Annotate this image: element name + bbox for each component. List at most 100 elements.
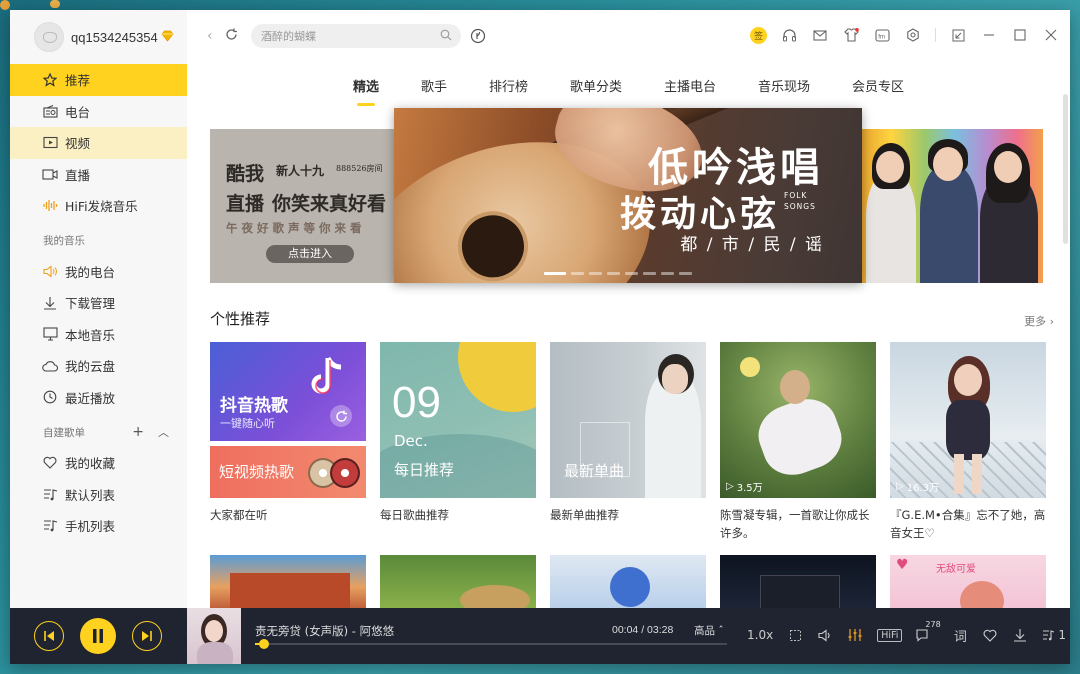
card-caption[interactable]: 每日歌曲推荐	[380, 506, 536, 524]
maximize-icon[interactable]	[1011, 26, 1029, 44]
recommend-card[interactable]: 最新单曲 最新单曲推荐	[550, 342, 706, 524]
recommend-card[interactable]: ▷ 3.5万 陈雪凝专辑，一首歌让你成长许多。	[720, 342, 876, 542]
lyrics-button[interactable]: 词	[952, 626, 968, 645]
sidebar-item-local-music[interactable]: 本地音乐	[10, 319, 187, 351]
recommend-card[interactable]: ▷ 16.3万 『G.E.M•合集』忘不了她，高音女王♡	[890, 342, 1046, 542]
sidebar-item-cloud[interactable]: 我的云盘	[10, 350, 187, 382]
progress-knob[interactable]	[259, 639, 270, 649]
tab-vip[interactable]: 会员专区	[831, 76, 925, 95]
recommend-card[interactable]	[550, 555, 706, 608]
playlist-button[interactable]: 1	[1042, 626, 1066, 644]
mini-mode-icon[interactable]	[949, 26, 967, 44]
username[interactable]: qq1534245354	[71, 30, 158, 45]
back-arrow-icon[interactable]: ‹	[207, 28, 213, 45]
vip-diamond-icon[interactable]	[161, 30, 174, 45]
recommend-card[interactable]	[380, 555, 536, 608]
minimize-icon[interactable]	[980, 26, 998, 44]
recommend-card[interactable]: 抖音热歌 一键随心听 短视频热歌 大家都在听	[210, 342, 366, 524]
sidebar-item-favorites[interactable]: 我的收藏	[10, 447, 187, 479]
monitor-icon	[42, 326, 58, 342]
sidebar-item-phone-list[interactable]: 手机列表	[10, 510, 187, 542]
close-icon[interactable]	[1042, 26, 1060, 44]
sidebar-item-recent[interactable]: 最近播放	[10, 382, 187, 414]
user-profile[interactable]: qq1534245354	[10, 10, 187, 64]
speed-button[interactable]: 1.0x	[747, 626, 773, 644]
sidebar-item-radio[interactable]: 电台	[10, 96, 187, 128]
recommend-card[interactable]: ♥ 无敌可爱	[890, 555, 1046, 608]
search-input[interactable]: 酒醉的蝴蝶	[251, 24, 461, 48]
carousel-dot[interactable]	[544, 272, 566, 275]
add-playlist-icon[interactable]: +	[132, 424, 144, 440]
heart-icon	[42, 455, 58, 471]
carousel-dot[interactable]	[643, 272, 656, 275]
mail-icon[interactable]	[811, 26, 829, 44]
douyin-hot-tile[interactable]: 抖音热歌 一键随心听	[210, 342, 366, 441]
carousel-dot[interactable]	[661, 272, 674, 275]
tab-playlist-categories[interactable]: 歌单分类	[549, 76, 643, 95]
coin-icon[interactable]: 签	[750, 26, 767, 44]
avatar[interactable]	[34, 22, 64, 52]
hifi-badge[interactable]: HiFi	[877, 628, 903, 642]
headphones-icon[interactable]	[780, 26, 798, 44]
sidebar-item-my-radio[interactable]: 我的电台	[10, 256, 187, 288]
scrollbar[interactable]	[1063, 94, 1068, 244]
carousel-dot[interactable]	[679, 272, 692, 275]
sidebar-item-label: 本地音乐	[65, 327, 116, 343]
refresh-icon[interactable]	[330, 405, 352, 427]
tab-featured[interactable]: 精选	[332, 76, 400, 106]
sidebar-item-video[interactable]: 视频	[10, 127, 187, 159]
sidebar-item-live[interactable]: 直播	[10, 159, 187, 191]
card-caption[interactable]: 陈雪凝专辑，一首歌让你成长许多。	[720, 506, 876, 542]
enter-live-button[interactable]: 点击进入	[266, 245, 354, 263]
collapse-chevron-icon[interactable]: ︿	[158, 424, 169, 440]
music-list-icon	[42, 518, 58, 534]
more-link[interactable]: 更多 ›	[1024, 313, 1054, 329]
mini-window-icon[interactable]	[787, 626, 803, 644]
tab-live-music[interactable]: 音乐现场	[737, 76, 831, 95]
short-video-hot-tile[interactable]: 短视频热歌	[210, 446, 366, 498]
heart-icon[interactable]	[982, 626, 998, 644]
refresh-icon[interactable]	[225, 28, 238, 45]
tab-charts[interactable]: 排行榜	[468, 76, 549, 95]
recommend-card[interactable]: 09 Dec. 每日推荐 每日歌曲推荐	[380, 342, 536, 524]
sidebar-item-hifi[interactable]: HiFi发烧音乐	[10, 190, 187, 222]
sidebar: qq1534245354 推荐 电台 视频 直播 HiFi发烧音乐 我的音乐 我…	[10, 10, 187, 608]
card-caption[interactable]: 『G.E.M•合集』忘不了她，高音女王♡	[890, 506, 1046, 542]
tab-anchor-radio[interactable]: 主播电台	[643, 76, 737, 95]
banner-live-promo[interactable]: 酷我 新人十九 888526房间 直播 你笑来真好看 午夜好歌声等你来看 点击进…	[210, 129, 395, 283]
search-icon[interactable]	[440, 29, 452, 41]
star-icon	[42, 72, 58, 88]
sidebar-item-default-list[interactable]: 默认列表	[10, 479, 187, 511]
carousel-dot[interactable]	[589, 272, 602, 275]
carousel-dot[interactable]	[625, 272, 638, 275]
next-button[interactable]	[132, 621, 162, 651]
music-list-icon	[42, 486, 58, 502]
pause-button[interactable]	[80, 618, 116, 654]
banner-artists-promo[interactable]	[858, 129, 1043, 283]
progress-bar[interactable]	[255, 639, 727, 649]
download-icon[interactable]	[1012, 626, 1028, 644]
settings-gear-icon[interactable]	[904, 26, 922, 44]
card-caption[interactable]: 大家都在听	[210, 506, 366, 524]
fm-icon[interactable]: fm	[873, 26, 891, 44]
sidebar-item-downloads[interactable]: 下载管理	[10, 287, 187, 319]
volume-icon[interactable]	[817, 626, 833, 644]
voice-search-icon[interactable]	[470, 28, 486, 44]
banner-folk-songs[interactable]: 低吟浅唱 拨动心弦 FOLK SONGS 都 / 市 / 民 / 谣	[394, 108, 862, 283]
card-caption[interactable]: 最新单曲推荐	[550, 506, 706, 524]
album-cover[interactable]	[187, 608, 241, 664]
recommend-card[interactable]	[720, 555, 876, 608]
equalizer-icon[interactable]	[847, 626, 863, 644]
sidebar-item-recommend[interactable]: 推荐	[10, 64, 187, 96]
song-title[interactable]: 责无旁贷 (女声版) - 阿悠悠	[255, 623, 394, 639]
previous-button[interactable]	[34, 621, 64, 651]
carousel-dot[interactable]	[571, 272, 584, 275]
banner-left-text: 午夜好歌声等你来看	[226, 221, 366, 235]
quality-selector[interactable]: 高品 ˆ	[694, 623, 724, 638]
recommend-card[interactable]	[210, 555, 366, 608]
skin-shirt-icon[interactable]	[842, 26, 860, 44]
comments-icon[interactable]: 278	[916, 620, 941, 644]
carousel-dot[interactable]	[607, 272, 620, 275]
sidebar-item-label: 视频	[65, 136, 91, 152]
tab-singers[interactable]: 歌手	[400, 76, 468, 95]
